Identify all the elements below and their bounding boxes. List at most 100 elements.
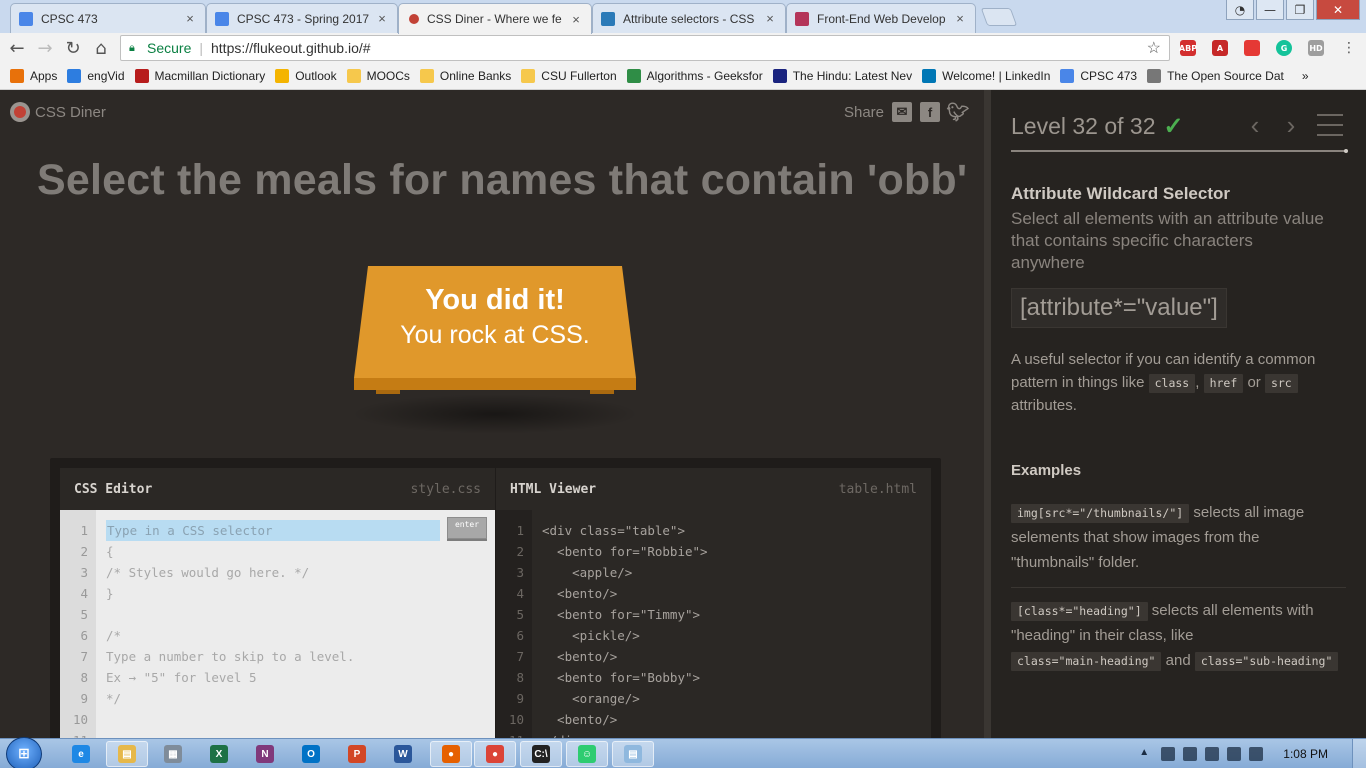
enter-button[interactable]: enter <box>447 517 487 539</box>
pane-divider[interactable] <box>984 90 991 738</box>
url-text[interactable]: https://flukeout.github.io/# <box>211 40 371 56</box>
bookmark-apps[interactable]: Apps <box>10 69 57 83</box>
hd-icon[interactable]: HD <box>1308 40 1324 56</box>
bookmark-star-icon[interactable]: ☆ <box>1147 38 1161 58</box>
bookmark-moocs[interactable]: MOOCs <box>346 69 410 83</box>
volume-icon[interactable] <box>1249 746 1264 761</box>
bookmark-outlook[interactable]: Outlook <box>275 69 337 83</box>
css-code: {/* Styles would go here. */} /* Type a nu… <box>106 520 354 751</box>
chrome-menu-icon[interactable]: ⋮ <box>1338 37 1360 59</box>
previous-level-icon[interactable]: ‹ <box>1243 110 1267 140</box>
powerpoint-taskbar-button[interactable]: P <box>336 741 378 767</box>
adblock-icon[interactable]: ABP <box>1179 40 1197 56</box>
bookmark-engvid[interactable]: engVid <box>67 69 125 83</box>
bookmark-geeksforgeeks[interactable]: Algorithms - Geeksfor <box>626 69 763 83</box>
docs-icon <box>215 11 229 26</box>
back-icon[interactable]: ← <box>6 37 28 59</box>
tab-cpsc-473[interactable]: CPSC 473 × <box>10 3 206 33</box>
explorer-taskbar-button[interactable]: ▤ <box>106 741 148 767</box>
css-editor-header: CSS Editor style.css <box>60 468 495 510</box>
close-icon[interactable]: × <box>183 11 197 26</box>
excel-taskbar-button[interactable]: X <box>198 741 240 767</box>
minimize-button[interactable]: — <box>1256 0 1284 20</box>
forward-icon[interactable]: → <box>34 37 56 59</box>
bookmark-csu-fullerton[interactable]: CSU Fullerton <box>521 69 617 83</box>
bookmark-online-banks[interactable]: Online Banks <box>419 69 511 83</box>
network-signal-icon[interactable] <box>1227 746 1242 761</box>
html-viewer-title: HTML Viewer <box>510 481 597 497</box>
bookmark-the-hindu[interactable]: The Hindu: Latest Nev <box>772 69 913 83</box>
facebook-icon[interactable]: f <box>920 102 940 122</box>
outlook-taskbar-button[interactable]: O <box>290 741 332 767</box>
home-icon[interactable]: ⌂ <box>90 37 112 59</box>
bookmarks-overflow-button[interactable]: » <box>1302 69 1309 83</box>
the-hindu-icon <box>772 69 787 83</box>
tab-cpsc-473-spring[interactable]: CPSC 473 - Spring 2017 × <box>206 3 398 33</box>
logo-text: CSS Diner <box>35 103 106 121</box>
close-window-button[interactable]: ✕ <box>1316 0 1360 20</box>
code-line: <bento for="Timmy"> <box>542 607 701 622</box>
bookmark-label: The Hindu: Latest Nev <box>792 69 913 83</box>
code-line: } <box>106 586 114 601</box>
bookmark-cpsc-473[interactable]: CPSC 473 <box>1060 69 1137 83</box>
selector-hint: A useful selector if you can identify a … <box>1011 348 1341 417</box>
line-number: 8 <box>80 670 88 685</box>
word-taskbar-button[interactable]: W <box>382 741 424 767</box>
clock[interactable]: 1:08 PM <box>1283 747 1328 761</box>
line-number: 1 <box>516 523 524 538</box>
onedrive-icon[interactable] <box>1161 746 1176 761</box>
user-profile-icon[interactable]: ◔ <box>1226 0 1254 20</box>
css-diner-logo[interactable]: CSS Diner <box>10 102 106 122</box>
firefox-icon: ● <box>442 745 460 763</box>
chat-taskbar-button[interactable]: ☺ <box>566 741 608 767</box>
calculator-taskbar-button[interactable]: ▦ <box>152 741 194 767</box>
maximize-button[interactable]: ❐ <box>1286 0 1314 20</box>
grammarly-icon[interactable]: G <box>1276 40 1292 56</box>
tray-expand-icon[interactable]: ▲ <box>1139 747 1153 761</box>
checkmark-icon: ✓ <box>1163 113 1184 140</box>
bookmark-label: The Open Source Dat <box>1167 69 1284 83</box>
bookmark-label: Algorithms - Geeksfor <box>646 69 763 83</box>
tab-attribute-selectors[interactable]: Attribute selectors - CSS × <box>592 3 786 33</box>
mail-icon[interactable]: ✉ <box>892 102 912 122</box>
start-button[interactable]: ⊞ <box>6 737 42 768</box>
device-icon[interactable] <box>1205 746 1220 761</box>
close-icon[interactable]: × <box>569 12 583 27</box>
cmd-taskbar-button[interactable]: C:\ <box>520 741 562 767</box>
win-message: You did it! You rock at CSS. <box>350 284 640 350</box>
example-2-code-sub: class="sub-heading" <box>1194 652 1339 671</box>
bookmark-open-source[interactable]: The Open Source Dat <box>1147 69 1284 83</box>
action-center-flag-icon[interactable] <box>1183 746 1198 761</box>
css-editor-body: 1234567891011 {/* Styles would go here. … <box>60 510 495 748</box>
onenote-taskbar-button[interactable]: N <box>244 741 286 767</box>
css-editor-filename: style.css <box>410 481 481 497</box>
notepad-taskbar-button[interactable]: ▤ <box>612 741 654 767</box>
apps-grid-icon <box>10 69 24 83</box>
level-progress-bar <box>1011 149 1348 153</box>
tab-front-end-web[interactable]: Front-End Web Develop × <box>786 3 976 33</box>
bookmark-macmillan[interactable]: Macmillan Dictionary <box>134 69 265 83</box>
bookmark-red-icon[interactable] <box>1244 40 1260 56</box>
close-icon[interactable]: × <box>375 11 389 26</box>
selector-input[interactable] <box>106 520 440 541</box>
bookmark-linkedin[interactable]: Welcome! | LinkedIn <box>922 69 1050 83</box>
new-tab-button[interactable] <box>980 8 1018 26</box>
acrobat-icon[interactable]: A <box>1212 40 1228 56</box>
address-bar[interactable]: 🔒︎ Secure | https://flukeout.github.io/#… <box>120 35 1170 61</box>
engvid-icon <box>67 69 82 83</box>
html-code[interactable]: <div class="table"> <bento for="Robbie">… <box>542 520 708 751</box>
reload-icon[interactable]: ↻ <box>62 37 84 59</box>
chrome-taskbar-button[interactable]: ● <box>474 741 516 767</box>
close-icon[interactable]: × <box>953 11 967 26</box>
ie-taskbar-button[interactable]: e <box>60 741 102 767</box>
firefox-taskbar-button[interactable]: ● <box>430 741 472 767</box>
tab-css-diner[interactable]: CSS Diner - Where we fe × <box>398 3 592 34</box>
close-icon[interactable]: × <box>763 11 777 26</box>
bookmark-label: CSU Fullerton <box>541 69 617 83</box>
next-level-icon[interactable]: › <box>1279 110 1303 140</box>
chat-icon: ☺ <box>578 745 596 763</box>
show-desktop-button[interactable] <box>1352 739 1366 768</box>
twitter-icon[interactable]: 🐦︎ <box>947 102 970 122</box>
tab-favicon-icon <box>19 11 33 26</box>
level-menu-icon[interactable] <box>1317 114 1343 136</box>
